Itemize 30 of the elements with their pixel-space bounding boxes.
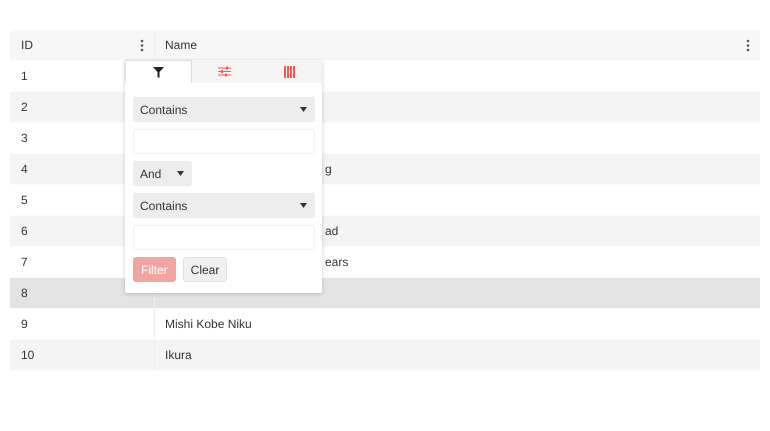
table-cell: 1 — [21, 69, 28, 83]
more-icon[interactable] — [746, 39, 750, 52]
filter-icon — [153, 66, 164, 78]
table-cell: 10 — [21, 348, 34, 362]
table-cell: Ikura — [165, 348, 192, 362]
table-cell: 8 — [21, 286, 28, 300]
sliders-icon — [218, 66, 231, 77]
table-cell: 3 — [21, 131, 28, 145]
caret-icon — [300, 203, 307, 208]
table-cell: g — [325, 162, 332, 176]
caret-icon — [300, 107, 307, 112]
table-cell: 4 — [21, 162, 28, 176]
column-header: ID — [21, 38, 33, 52]
table-cell: 5 — [21, 193, 28, 207]
logic-dropdown[interactable]: And — [133, 161, 192, 186]
table-cell: 9 — [21, 317, 28, 331]
table-cell: 7 — [21, 255, 28, 269]
table-cell: 6 — [21, 224, 28, 238]
operator-dropdown[interactable]: Contains — [133, 97, 315, 122]
caret-icon — [177, 171, 184, 176]
table-cell: ears — [325, 255, 348, 269]
menu-tab[interactable] — [125, 60, 192, 83]
columns-icon — [284, 66, 295, 78]
table-cell: Mishi Kobe Niku — [165, 317, 252, 331]
clear-button[interactable]: Clear — [182, 257, 228, 282]
table-cell: 2 — [21, 100, 28, 114]
operator-dropdown[interactable]: Contains — [133, 193, 315, 218]
more-icon[interactable] — [140, 39, 144, 52]
column-header: Name — [165, 38, 198, 52]
table-cell: ad — [325, 224, 338, 238]
